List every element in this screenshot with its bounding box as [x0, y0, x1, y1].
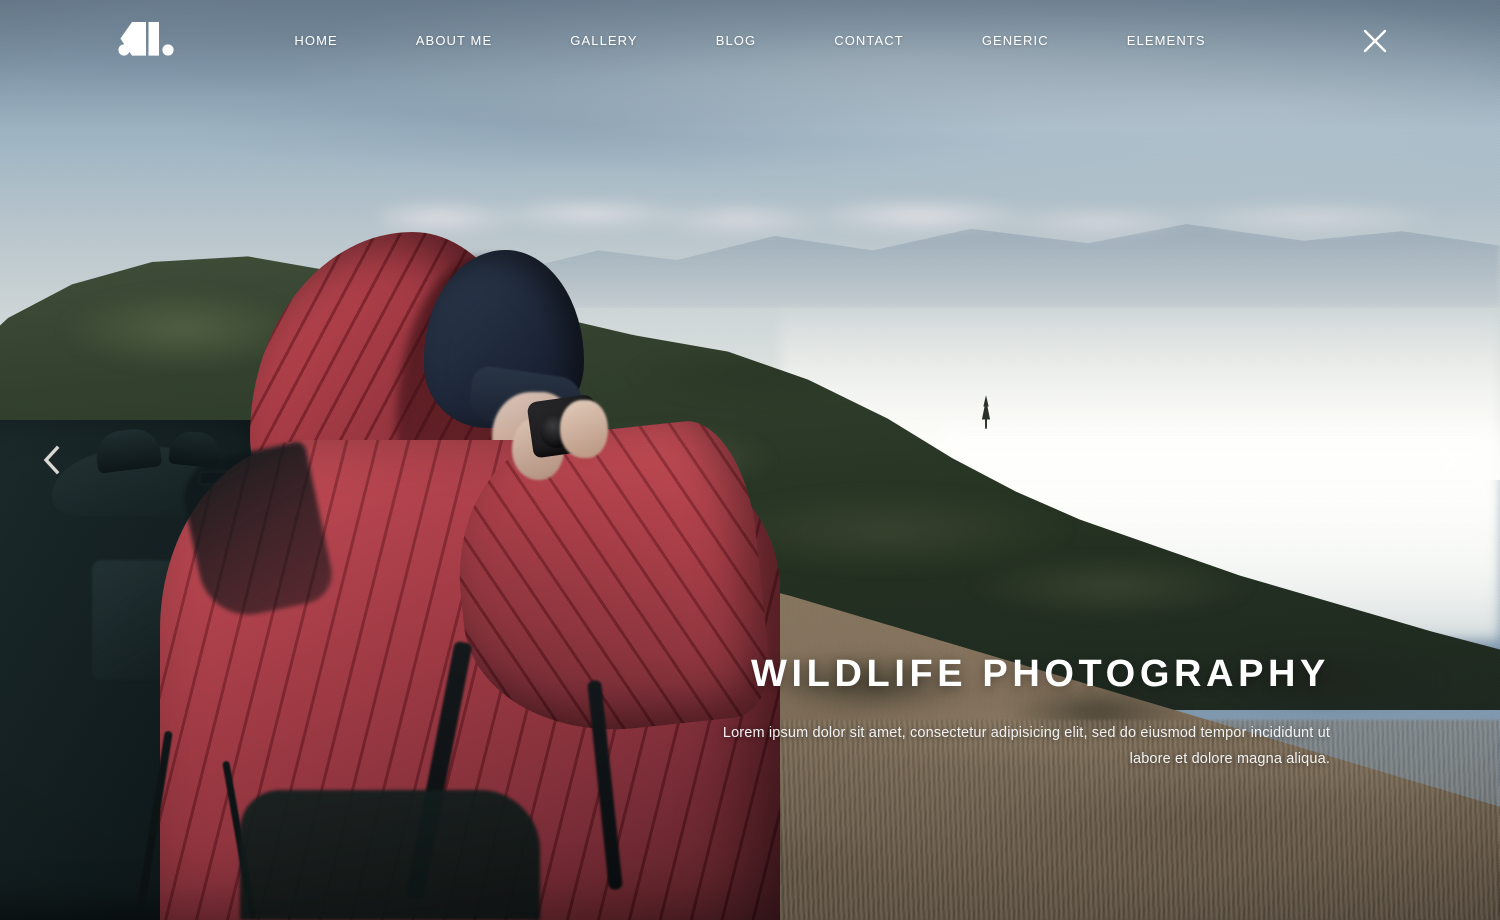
hero-slider: HOME ABOUT ME GALLERY BLOG CONTACT GENER…: [0, 0, 1500, 920]
nav-item-contact[interactable]: CONTACT: [795, 33, 943, 48]
menu-close-button[interactable]: [1358, 24, 1392, 58]
hero-background-photo: [0, 0, 1500, 920]
nav-list: HOME ABOUT ME GALLERY BLOG CONTACT GENER…: [255, 33, 1244, 48]
nav-item-gallery[interactable]: GALLERY: [531, 33, 676, 48]
nav-item-blog[interactable]: BLOG: [677, 33, 796, 48]
nav-item-home[interactable]: HOME: [255, 33, 376, 48]
hero-caption: WILDLIFE PHOTOGRAPHY Lorem ipsum dolor s…: [690, 653, 1330, 772]
backpack-hip-belt: [240, 790, 540, 920]
nav-item-about-me[interactable]: ABOUT ME: [377, 33, 531, 48]
nav-item-elements[interactable]: ELEMENTS: [1088, 33, 1245, 48]
slider-next-button[interactable]: [1428, 440, 1468, 480]
close-icon: [1363, 29, 1387, 53]
hero-description: Lorem ipsum dolor sit amet, consectetur …: [722, 724, 1330, 767]
chevron-left-icon: [43, 445, 60, 475]
right-hand: [560, 400, 608, 458]
chevron-right-icon: [1440, 445, 1457, 475]
photographer-figure: [0, 0, 1500, 920]
main-navigation: HOME ABOUT ME GALLERY BLOG CONTACT GENER…: [0, 0, 1500, 80]
nav-item-generic[interactable]: GENERIC: [943, 33, 1088, 48]
slider-prev-button[interactable]: [32, 440, 72, 480]
site-header: HOME ABOUT ME GALLERY BLOG CONTACT GENER…: [0, 0, 1500, 80]
hero-title: WILDLIFE PHOTOGRAPHY: [751, 653, 1330, 695]
